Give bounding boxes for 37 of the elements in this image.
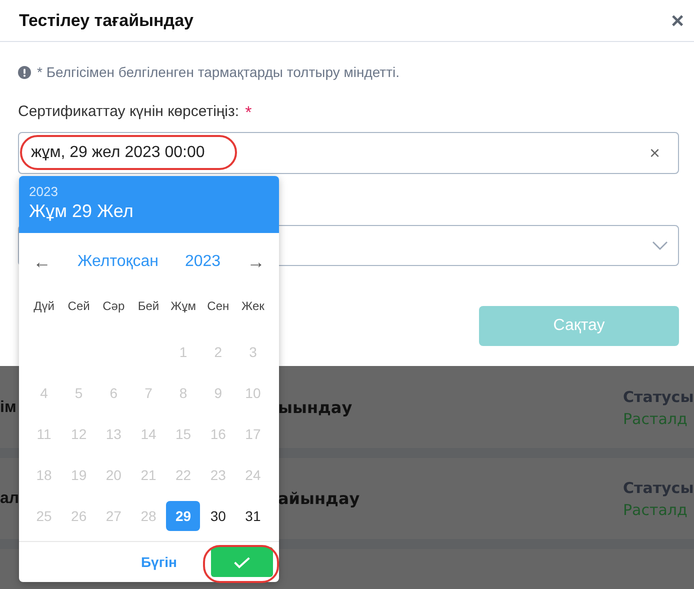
weekday-label: Жек xyxy=(240,299,266,313)
day-button[interactable]: 29 xyxy=(166,501,200,531)
year-button[interactable]: 2023 xyxy=(184,253,221,271)
card-title: ыындау xyxy=(278,398,352,417)
previous-month-button[interactable]: ← xyxy=(33,252,51,272)
status-value: Расталд xyxy=(623,410,688,428)
weekday-label: Дүй xyxy=(32,299,56,313)
today-button[interactable]: Бүгін xyxy=(140,554,177,570)
required-notice: * Белгісімен белгіленген тармақтарды толтыру міндетті. xyxy=(37,64,400,80)
checkmark-icon xyxy=(233,556,251,568)
weekday-label: Сей xyxy=(66,299,91,313)
clear-button[interactable]: × xyxy=(649,142,660,164)
card-title: ал xyxy=(0,490,20,508)
confirm-button[interactable] xyxy=(211,547,273,577)
field-label: Сертификаттау күнін көрсетіңіз: xyxy=(18,103,240,122)
exclamation-icon xyxy=(18,66,31,78)
weekday-label: Сәр xyxy=(102,299,126,313)
next-month-button[interactable]: → xyxy=(246,252,265,272)
status-label: Статусы xyxy=(623,388,694,406)
card-title: айындау xyxy=(278,489,360,508)
status-value: Расталд xyxy=(623,500,688,518)
weekday-label: Сен xyxy=(206,299,230,313)
card-title: ім xyxy=(0,398,16,416)
close-button[interactable]: × xyxy=(671,8,684,34)
day-button[interactable]: 31 xyxy=(236,501,270,531)
date-field[interactable]: жұм, 29 жел 2023 00:00 × xyxy=(18,132,679,174)
date-value: жұм, 29 жел 2023 00:00 xyxy=(31,144,205,162)
day-button[interactable]: 30 xyxy=(201,501,236,531)
selected-date: Жұм 29 Жел xyxy=(29,201,134,222)
weekday-label: Бей xyxy=(136,299,160,313)
required-mark: * xyxy=(245,103,252,123)
weekday-label: Жұм xyxy=(170,299,197,313)
status-label: Статусы xyxy=(623,478,694,496)
month-button[interactable]: Желтоқсан xyxy=(77,253,158,271)
dialog-title: Тестілеу тағайындау xyxy=(19,10,194,30)
selected-year: 2023 xyxy=(29,184,59,199)
chevron-down-icon xyxy=(652,240,668,250)
